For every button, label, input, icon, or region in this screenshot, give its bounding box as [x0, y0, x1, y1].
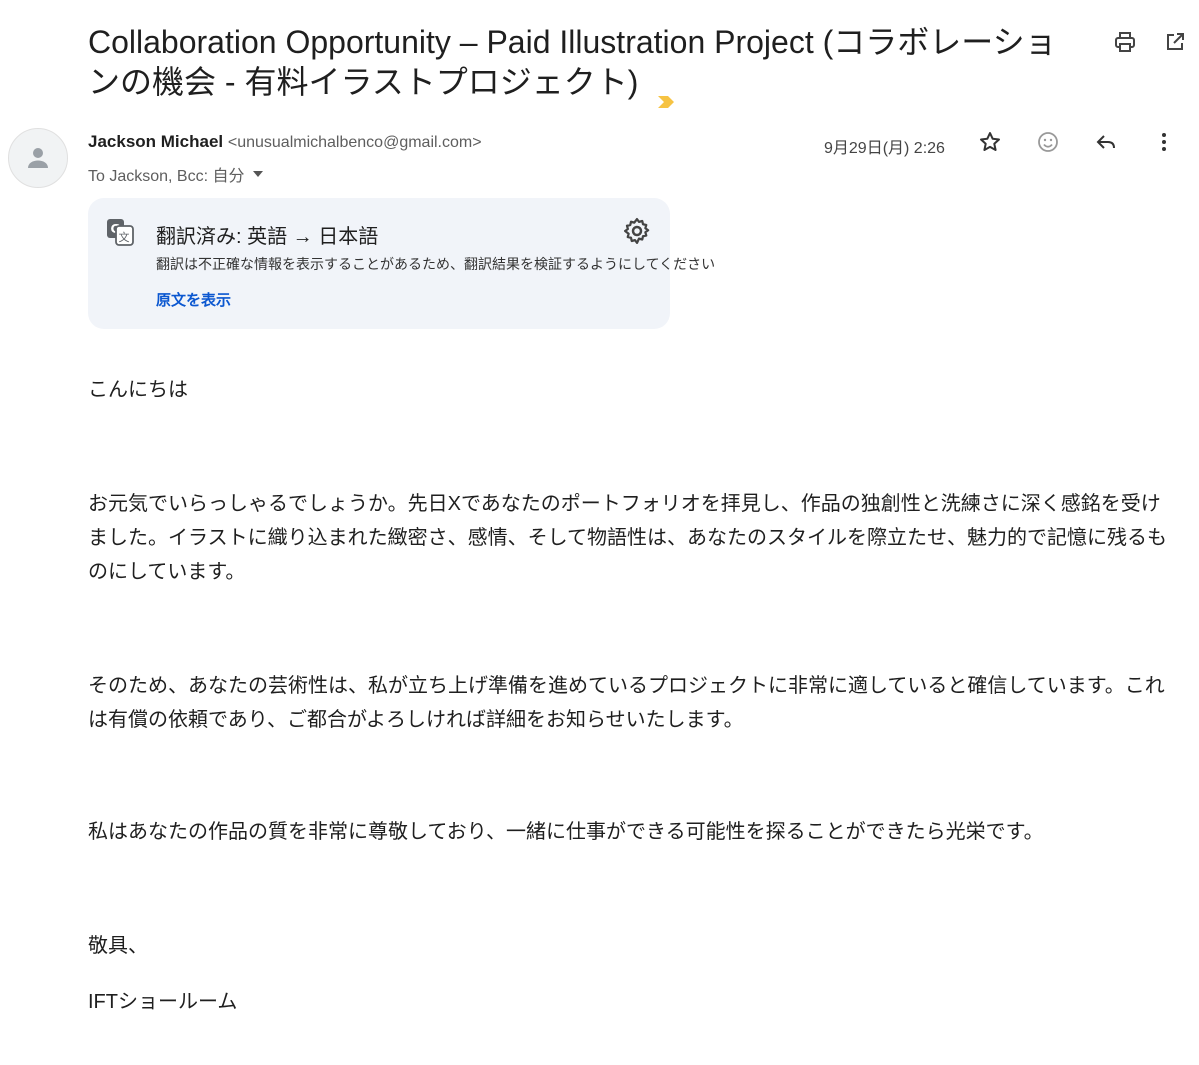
sender-line: Jackson Michael <unusualmichalbenco@gmai…	[88, 132, 482, 152]
reply-icon	[1096, 135, 1115, 149]
google-translate-icon: G 文	[107, 219, 134, 246]
signature: IFTショールーム	[88, 991, 238, 1013]
translation-title: 翻訳済み: 英語 → 日本語	[156, 226, 379, 248]
open-in-new-window-button[interactable]	[1161, 28, 1189, 56]
email-subject-text: Collaboration Opportunity – Paid Illustr…	[88, 24, 1057, 100]
open-in-new-window-icon	[1167, 33, 1184, 50]
gear-icon[interactable]	[622, 216, 652, 246]
star-button[interactable]	[976, 128, 1004, 156]
recipients-text: To Jackson, Bcc: 自分	[88, 168, 245, 185]
add-reaction-icon	[1038, 132, 1058, 152]
more-vert-icon	[1162, 133, 1166, 151]
recipient-line: To Jackson, Bcc: 自分	[88, 162, 265, 186]
paragraph-1: お元気でいらっしゃるでしょうか。先日Xであなたのポートフォリオを拝見し、作品の独…	[88, 493, 1167, 583]
svg-text:文: 文	[119, 230, 130, 244]
message-date: 9月29日(月) 2:26	[824, 140, 945, 157]
message-actions	[976, 128, 1178, 156]
email-subject: Collaboration Opportunity – Paid Illustr…	[88, 22, 1088, 108]
print-button[interactable]	[1111, 28, 1139, 56]
closing: 敬具、	[88, 935, 148, 957]
reply-button[interactable]	[1092, 128, 1120, 156]
sender-avatar[interactable]	[8, 128, 68, 188]
more-options-button[interactable]	[1150, 128, 1178, 156]
print-icon	[1115, 32, 1135, 52]
greeting: こんにちは	[88, 379, 188, 401]
person-avatar-icon	[28, 148, 48, 168]
sender-email: <unusualmichalbenco@gmail.com>	[227, 134, 482, 151]
translation-banner: G 文 翻訳済み: 英語 → 日本語 翻訳は不正確な情報を表示することがあるため…	[88, 198, 715, 329]
subject-toolbar	[1111, 28, 1189, 56]
importance-marker-icon[interactable]	[656, 78, 676, 108]
paragraph-2: そのため、あなたの芸術性は、私が立ち上げ準備を進めているプロジェクトに非常に適し…	[88, 675, 1165, 731]
translation-warning: 翻訳は不正確な情報を表示することがあるため、翻訳結果を検証するようにしてください	[156, 256, 716, 272]
sender-name[interactable]: Jackson Michael	[88, 132, 223, 151]
paragraph-3: 私はあなたの作品の質を非常に尊敬しており、一緒に仕事ができる可能性を探ることがで…	[88, 821, 1044, 843]
caret-down-icon[interactable]	[251, 167, 265, 181]
star-icon	[980, 132, 1000, 151]
add-reaction-button[interactable]	[1034, 128, 1062, 156]
show-original-link[interactable]: 原文を表示	[156, 289, 231, 310]
